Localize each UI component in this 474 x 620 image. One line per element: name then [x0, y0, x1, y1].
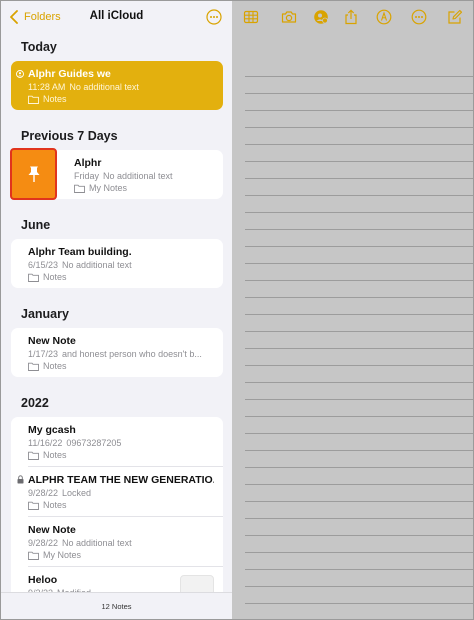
- note-preview: Locked: [62, 488, 92, 498]
- note-folder-name: Notes: [43, 361, 67, 371]
- section-header-2022: 2022: [21, 396, 49, 410]
- section-header-june: June: [21, 218, 51, 232]
- folder-icon: [28, 273, 39, 282]
- ellipsis-circle-icon[interactable]: [206, 9, 222, 25]
- app-window: Folders All iCloud Today Alphr Guides we…: [0, 0, 474, 620]
- note-meta: 6/15/23 No additional text: [28, 260, 218, 270]
- shared-person-icon: [16, 70, 24, 78]
- folder-icon: [28, 95, 39, 104]
- folder-icon: [28, 451, 39, 460]
- notes-group-june: Alphr Team building. 6/15/23 No additiona…: [11, 239, 223, 288]
- note-folder-name: Notes: [43, 500, 67, 510]
- note-folder-name: My Notes: [43, 550, 82, 560]
- ellipsis-circle-icon[interactable]: [411, 9, 427, 25]
- note-date: 11:28 AM: [28, 82, 66, 92]
- pin-icon: [28, 166, 39, 182]
- note-item-new-generation[interactable]: ALPHR TEAM THE NEW GENERATIO... 9/28/22 L…: [11, 467, 223, 516]
- note-item-new-note-september[interactable]: New Note 9/28/22 No additional text My No…: [11, 517, 223, 566]
- folder-icon: [28, 501, 39, 510]
- note-date: 9/28/22: [28, 538, 59, 548]
- note-editor[interactable]: [232, 1, 473, 619]
- note-title: Alphr Team building.: [28, 246, 132, 258]
- pin-note-button[interactable]: [10, 148, 57, 200]
- markup-pen-icon[interactable]: [376, 9, 392, 25]
- note-folder-name: Notes: [43, 272, 67, 282]
- camera-icon[interactable]: [281, 9, 297, 25]
- sidebar-header: Folders All iCloud: [1, 1, 232, 33]
- note-meta: 11:28 AM No additional text: [28, 82, 218, 92]
- section-header-previous-7-days: Previous 7 Days: [21, 129, 118, 143]
- note-folder: My Notes: [28, 550, 81, 560]
- note-item-team-building[interactable]: Alphr Team building. 6/15/23 No additiona…: [11, 239, 223, 288]
- note-preview: No additional text: [62, 538, 132, 548]
- note-meta: 9/28/22 Locked: [28, 488, 218, 498]
- note-title: New Note: [28, 335, 76, 347]
- table-icon[interactable]: [243, 9, 259, 25]
- page-title: All iCloud: [89, 10, 144, 22]
- folder-icon: [28, 551, 39, 560]
- note-date: 9/28/22: [28, 488, 59, 498]
- note-preview: No additional text: [103, 171, 173, 181]
- notes-group-2022: My gcash 11/16/22 09673287205 Notes ALPHR…: [11, 417, 223, 617]
- note-date: Friday: [74, 171, 100, 181]
- share-icon[interactable]: [343, 9, 359, 25]
- note-folder: Notes: [28, 450, 67, 460]
- note-folder: Notes: [28, 500, 67, 510]
- folder-icon: [28, 362, 39, 371]
- note-preview: 09673287205: [66, 438, 122, 448]
- share-person-icon[interactable]: [313, 9, 329, 25]
- note-title: New Note: [28, 524, 76, 536]
- note-preview: No additional text: [69, 82, 139, 92]
- compose-icon[interactable]: [447, 9, 463, 25]
- note-title: Alphr Guides we: [28, 68, 111, 80]
- note-preview: No additional text: [62, 260, 132, 270]
- notes-sidebar: Folders All iCloud Today Alphr Guides we…: [1, 1, 232, 619]
- notes-group-january: New Note 1/17/23 and honest person who do…: [11, 328, 223, 377]
- note-preview: and honest person who doesn't b...: [62, 349, 202, 359]
- note-meta: 9/28/22 No additional text: [28, 538, 218, 548]
- note-date: 1/17/23: [28, 349, 59, 359]
- note-meta: Friday No additional text: [74, 171, 223, 181]
- ruled-lines-paper: [232, 76, 473, 619]
- note-folder-name: Notes: [43, 450, 67, 460]
- note-item-new-note-january[interactable]: New Note 1/17/23 and honest person who do…: [11, 328, 223, 377]
- section-header-january: January: [21, 307, 69, 321]
- note-date: 6/15/23: [28, 260, 59, 270]
- note-folder-name: Notes: [43, 94, 67, 104]
- note-date: 11/16/22: [28, 438, 63, 448]
- note-title: My gcash: [28, 424, 76, 436]
- note-folder: Notes: [28, 361, 67, 371]
- folder-icon: [74, 184, 85, 193]
- note-title: ALPHR TEAM THE NEW GENERATIO...: [28, 474, 214, 486]
- section-header-today: Today: [21, 40, 57, 54]
- note-folder: Notes: [28, 94, 67, 104]
- note-meta: 1/17/23 and honest person who doesn't b..…: [28, 349, 218, 359]
- note-item-alphr-guides[interactable]: Alphr Guides we 11:28 AM No additional te…: [11, 61, 223, 110]
- note-title: Alphr: [74, 157, 102, 169]
- note-folder-name: My Notes: [89, 183, 128, 193]
- lock-icon: [17, 475, 24, 484]
- note-folder: My Notes: [74, 183, 127, 193]
- note-folder: Notes: [28, 272, 67, 282]
- note-item-my-gcash[interactable]: My gcash 11/16/22 09673287205 Notes: [11, 417, 223, 466]
- note-meta: 11/16/22 09673287205: [28, 438, 218, 448]
- notes-count-footer: 12 Notes: [1, 592, 232, 619]
